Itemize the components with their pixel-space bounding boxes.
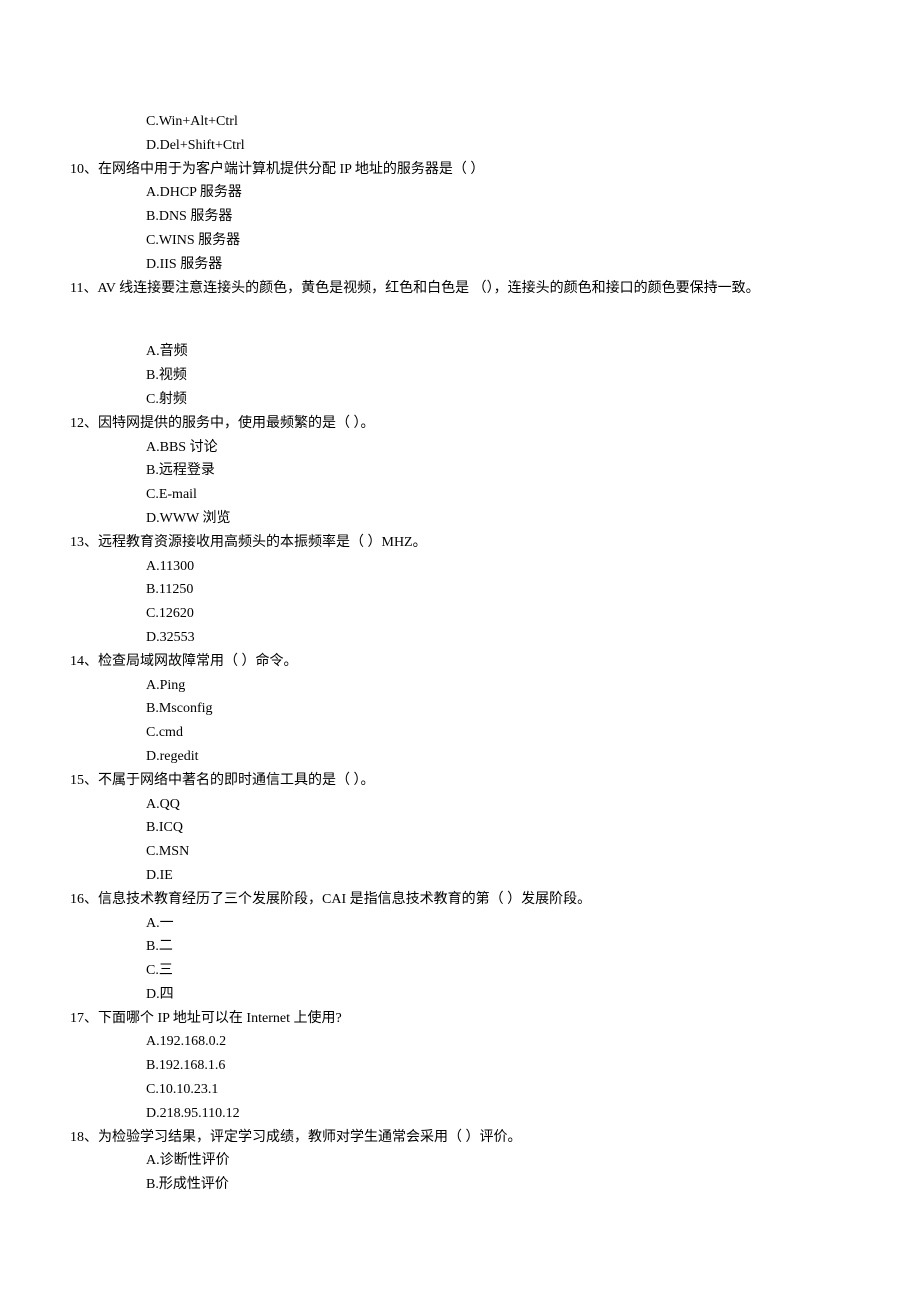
q13-option-d: D.32553 [146, 626, 850, 650]
question-13: 13、远程教育资源接收用高频头的本振频率是（ ）MHZ。 A.11300 B.1… [70, 531, 850, 650]
q17-option-b: B.192.168.1.6 [146, 1054, 850, 1078]
q16-text: 16、信息技术教育经历了三个发展阶段，CAI 是指信息技术教育的第（ ）发展阶段… [70, 888, 850, 912]
q14-option-a: A.Ping [146, 674, 850, 698]
q17-option-c: C.10.10.23.1 [146, 1078, 850, 1102]
q14-text: 14、检查局域网故障常用（ ）命令。 [70, 650, 850, 674]
question-14: 14、检查局域网故障常用（ ）命令。 A.Ping B.Msconfig C.c… [70, 650, 850, 769]
question-9-partial: C.Win+Alt+Ctrl D.Del+Shift+Ctrl [70, 110, 850, 158]
question-10: 10、在网络中用于为客户端计算机提供分配 IP 地址的服务器是（ ） A.DHC… [70, 158, 850, 277]
q16-option-d: D.四 [146, 983, 850, 1007]
q15-option-c: C.MSN [146, 840, 850, 864]
question-15: 15、不属于网络中著名的即时通信工具的是（ ）。 A.QQ B.ICQ C.MS… [70, 769, 850, 888]
q12-option-c: C.E-mail [146, 483, 850, 507]
q16-option-b: B.二 [146, 935, 850, 959]
question-12: 12、因特网提供的服务中，使用最频繁的是（ ）。 A.BBS 讨论 B.远程登录… [70, 412, 850, 531]
q12-option-a: A.BBS 讨论 [146, 436, 850, 460]
q17-text: 17、下面哪个 IP 地址可以在 Internet 上使用? [70, 1007, 850, 1031]
question-11: 11、AV 线连接要注意连接头的颜色，黄色是视频，红色和白色是 （），连接头的颜… [70, 277, 850, 412]
q13-text: 13、远程教育资源接收用高频头的本振频率是（ ）MHZ。 [70, 531, 850, 555]
q18-option-a: A.诊断性评价 [146, 1149, 850, 1173]
q12-text: 12、因特网提供的服务中，使用最频繁的是（ ）。 [70, 412, 850, 436]
q9-option-c: C.Win+Alt+Ctrl [146, 110, 850, 134]
q10-text: 10、在网络中用于为客户端计算机提供分配 IP 地址的服务器是（ ） [70, 158, 850, 182]
q15-option-b: B.ICQ [146, 816, 850, 840]
q16-option-a: A.一 [146, 912, 850, 936]
q12-option-b: B.远程登录 [146, 459, 850, 483]
q13-option-c: C.12620 [146, 602, 850, 626]
q15-option-a: A.QQ [146, 793, 850, 817]
q14-option-d: D.regedit [146, 745, 850, 769]
q10-option-b: B.DNS 服务器 [146, 205, 850, 229]
q15-option-d: D.IE [146, 864, 850, 888]
q9-option-d: D.Del+Shift+Ctrl [146, 134, 850, 158]
q18-option-b: B.形成性评价 [146, 1173, 850, 1197]
q13-option-b: B.11250 [146, 578, 850, 602]
question-18: 18、为检验学习结果，评定学习成绩，教师对学生通常会采用（ ）评价。 A.诊断性… [70, 1126, 850, 1197]
q16-option-c: C.三 [146, 959, 850, 983]
q10-option-a: A.DHCP 服务器 [146, 181, 850, 205]
q11-text: 11、AV 线连接要注意连接头的颜色，黄色是视频，红色和白色是 （），连接头的颜… [70, 277, 850, 301]
q17-option-d: D.218.95.110.12 [146, 1102, 850, 1126]
q10-option-c: C.WINS 服务器 [146, 229, 850, 253]
q12-option-d: D.WWW 浏览 [146, 507, 850, 531]
question-16: 16、信息技术教育经历了三个发展阶段，CAI 是指信息技术教育的第（ ）发展阶段… [70, 888, 850, 1007]
q13-option-a: A.11300 [146, 555, 850, 579]
q14-option-b: B.Msconfig [146, 697, 850, 721]
question-17: 17、下面哪个 IP 地址可以在 Internet 上使用? A.192.168… [70, 1007, 850, 1126]
q11-option-a: A.音频 [146, 340, 850, 364]
q18-text: 18、为检验学习结果，评定学习成绩，教师对学生通常会采用（ ）评价。 [70, 1126, 850, 1150]
q11-spacer [70, 300, 850, 340]
q11-option-b: B.视频 [146, 364, 850, 388]
q11-option-c: C.射频 [146, 388, 850, 412]
q14-option-c: C.cmd [146, 721, 850, 745]
q10-option-d: D.IIS 服务器 [146, 253, 850, 277]
q15-text: 15、不属于网络中著名的即时通信工具的是（ ）。 [70, 769, 850, 793]
q17-option-a: A.192.168.0.2 [146, 1030, 850, 1054]
